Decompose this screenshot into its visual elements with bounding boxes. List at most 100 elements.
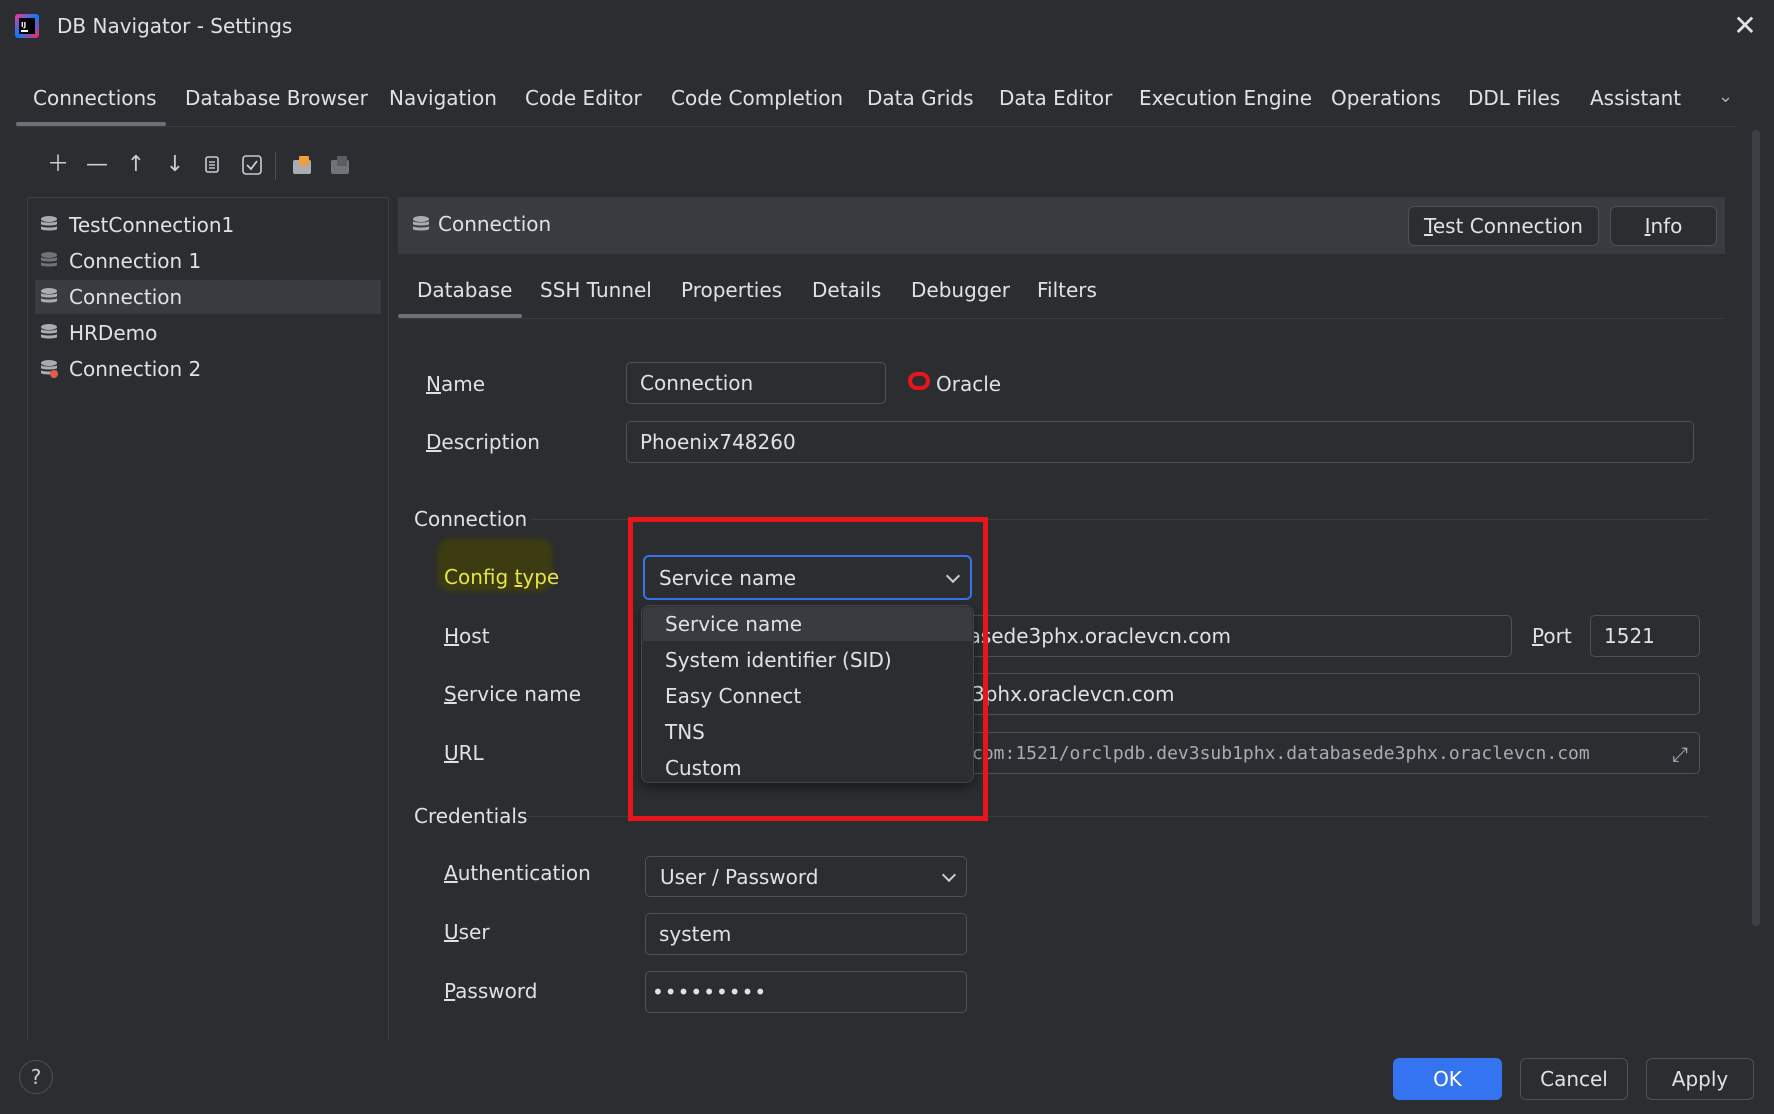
service-name-label: Service name <box>444 682 581 706</box>
dropdown-option-sid[interactable]: System identifier (SID) <box>643 643 972 677</box>
tab-operations[interactable]: Operations <box>1331 86 1441 110</box>
tabs-divider <box>398 318 1725 319</box>
config-type-select[interactable]: Service name <box>643 555 972 600</box>
tab-data-grids[interactable]: Data Grids <box>867 86 974 110</box>
section-divider <box>528 816 1710 817</box>
host-label: Host <box>444 624 490 648</box>
service-name-value: 3phx.oraclevcn.com <box>972 682 1175 706</box>
connection-label: Connection 1 <box>69 249 202 273</box>
tab-properties[interactable]: Properties <box>681 278 782 302</box>
url-label: URL <box>444 741 484 765</box>
user-label: User <box>444 920 490 944</box>
check-icon[interactable] <box>237 150 267 180</box>
database-icon <box>41 216 57 231</box>
connections-toolbar: ＋ — ↑ ↓ <box>40 150 360 182</box>
list-item[interactable]: HRDemo <box>35 316 381 350</box>
description-input[interactable]: Phoenix748260 <box>626 421 1694 463</box>
ok-button[interactable]: OK <box>1393 1058 1502 1100</box>
dropdown-option-custom[interactable]: Custom <box>643 751 972 785</box>
tab-ddl-files[interactable]: DDL Files <box>1468 86 1560 110</box>
authentication-select[interactable]: User / Password <box>645 856 967 897</box>
list-item[interactable]: Connection 1 <box>35 244 381 278</box>
move-up-icon[interactable]: ↑ <box>121 150 151 180</box>
database-icon <box>41 324 57 339</box>
dropdown-option-easy-connect[interactable]: Easy Connect <box>643 679 972 713</box>
mnemonic: D <box>426 430 442 454</box>
url-value: com:1521/orclpdb.dev3sub1phx.databasede3… <box>972 742 1590 764</box>
database-icon <box>413 216 429 231</box>
tab-assistant[interactable]: Assistant <box>1590 86 1681 110</box>
info-button[interactable]: Info <box>1610 206 1717 246</box>
dropdown-option-service-name[interactable]: Service name <box>643 607 972 641</box>
list-item[interactable]: Connection 2 <box>35 352 381 386</box>
name-input[interactable]: Connection <box>626 362 886 404</box>
tab-ssh-tunnel[interactable]: SSH Tunnel <box>540 278 652 302</box>
config-type-value: Service name <box>659 565 796 590</box>
port-input[interactable]: 1521 <box>1590 615 1700 657</box>
user-input[interactable]: system <box>645 913 967 955</box>
window-title: DB Navigator - Settings <box>57 14 293 38</box>
port-label: Port <box>1532 624 1572 648</box>
expand-icon[interactable]: ⤢ <box>1672 742 1696 766</box>
import-icon[interactable] <box>325 150 355 180</box>
database-icon <box>41 288 57 303</box>
oracle-icon <box>908 372 930 390</box>
label-text: ost <box>459 624 490 648</box>
close-icon[interactable]: ✕ <box>1730 12 1760 42</box>
vertical-scrollbar[interactable] <box>1752 130 1760 926</box>
tab-database[interactable]: Database <box>417 278 512 302</box>
move-down-icon[interactable]: ↓ <box>160 150 190 180</box>
authentication-label: Authentication <box>444 861 591 885</box>
host-value: abasede3phx.oraclevcn.com <box>943 624 1231 648</box>
section-divider <box>530 519 1710 520</box>
database-icon <box>41 252 57 267</box>
button-label: est Connection <box>1432 214 1583 238</box>
mnemonic: H <box>444 624 460 648</box>
intellij-app-icon: IJ <box>15 14 39 38</box>
connection-label: HRDemo <box>69 321 158 345</box>
tab-details[interactable]: Details <box>812 278 881 302</box>
toolbar-divider <box>275 152 276 180</box>
tab-connections[interactable]: Connections <box>33 86 157 110</box>
tab-debugger[interactable]: Debugger <box>911 278 1010 302</box>
apply-button[interactable]: Apply <box>1646 1058 1754 1100</box>
list-item-selected[interactable]: Connection <box>35 280 381 314</box>
password-input[interactable]: ••••••••• <box>645 971 967 1013</box>
password-label: Password <box>444 979 537 1003</box>
copy-icon[interactable] <box>198 150 228 180</box>
connection-label: TestConnection1 <box>69 213 235 237</box>
label-text: RL <box>458 741 484 765</box>
cancel-button[interactable]: Cancel <box>1520 1058 1628 1100</box>
connection-label: Connection 2 <box>69 357 202 381</box>
help-button[interactable]: ? <box>19 1060 53 1094</box>
test-connection-button[interactable]: Test Connection <box>1408 206 1599 246</box>
mnemonic: P <box>1532 624 1544 648</box>
dropdown-option-tns[interactable]: TNS <box>643 715 972 749</box>
add-icon[interactable]: ＋ <box>43 150 73 180</box>
label-text: escription <box>441 430 540 454</box>
tab-database-browser[interactable]: Database Browser <box>185 86 368 110</box>
label-text: ser <box>458 920 490 944</box>
connection-section-title: Connection <box>414 507 528 531</box>
tab-data-editor[interactable]: Data Editor <box>999 86 1112 110</box>
export-icon[interactable] <box>287 150 317 180</box>
label-text: assword <box>455 979 538 1003</box>
chevron-down-icon[interactable]: ⌄ <box>1718 86 1733 107</box>
label-text: ame <box>440 372 486 396</box>
tab-execution-engine[interactable]: Execution Engine <box>1139 86 1312 110</box>
description-label: Description <box>426 430 540 454</box>
tab-navigation[interactable]: Navigation <box>389 86 497 110</box>
database-error-icon <box>41 360 58 378</box>
button-label: nfo <box>1650 214 1683 238</box>
label-text: Config <box>444 565 515 589</box>
label-text: uthentication <box>457 861 591 885</box>
mnemonic: N <box>426 372 441 396</box>
tab-filters[interactable]: Filters <box>1037 278 1097 302</box>
list-item[interactable]: TestConnection1 <box>35 208 381 242</box>
tab-code-completion[interactable]: Code Completion <box>671 86 843 110</box>
label-text: ervice name <box>456 682 581 706</box>
mnemonic: A <box>444 861 458 885</box>
mnemonic: U <box>444 920 459 944</box>
remove-icon[interactable]: — <box>82 150 112 180</box>
tab-code-editor[interactable]: Code Editor <box>525 86 642 110</box>
